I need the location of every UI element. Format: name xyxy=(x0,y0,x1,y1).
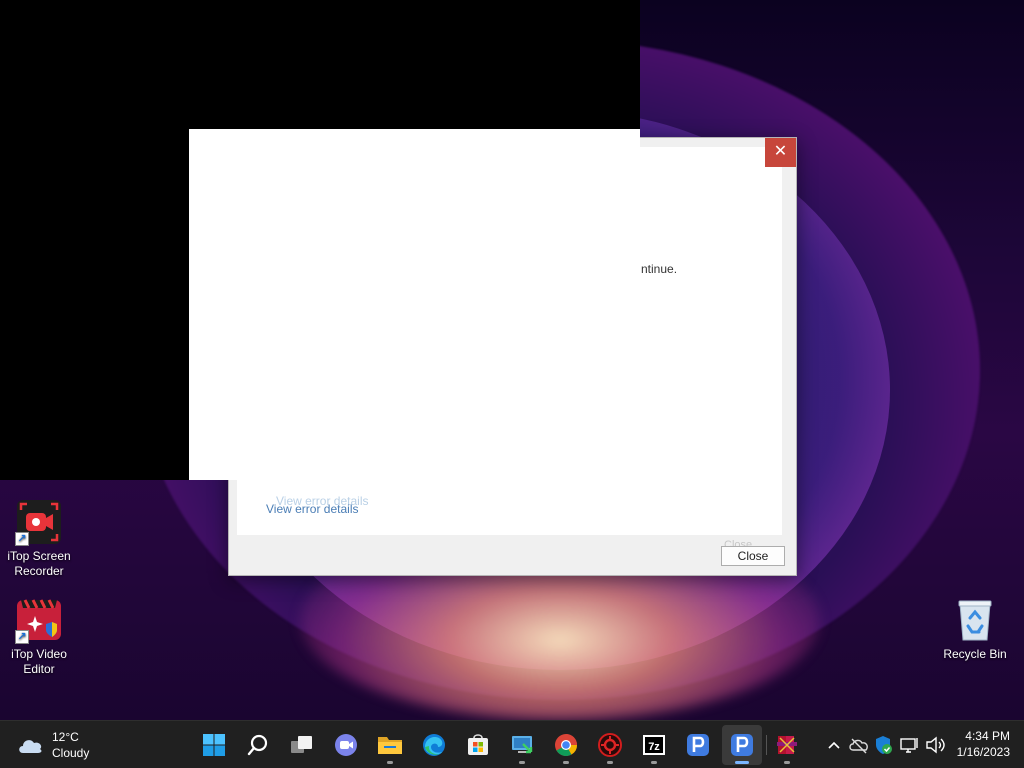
onedrive-icon[interactable] xyxy=(848,735,870,755)
desktop-icon-recycle-bin[interactable]: Recycle Bin xyxy=(937,596,1013,662)
teams-chat-icon xyxy=(335,734,357,756)
running-indicator xyxy=(519,761,525,764)
search-icon xyxy=(247,734,268,756)
7zip-button[interactable]: 7z xyxy=(634,725,674,765)
winrar-icon xyxy=(777,736,797,754)
winrar-button[interactable] xyxy=(767,725,807,765)
task-view-icon xyxy=(291,736,312,753)
clock-time: 4:34 PM xyxy=(965,729,1010,743)
weather-condition: Cloudy xyxy=(52,746,90,760)
file-explorer-icon xyxy=(378,737,402,754)
p-app-icon-active xyxy=(731,734,753,756)
p-app-icon xyxy=(687,734,709,756)
microsoft-store-button[interactable] xyxy=(458,725,498,765)
network-icon[interactable] xyxy=(898,735,920,755)
weather-widget[interactable]: 12°C Cloudy xyxy=(16,729,89,761)
recycle-bin-icon xyxy=(951,596,999,644)
blank-render-region xyxy=(189,129,640,480)
desktop-icon-label: Recycle Bin xyxy=(943,647,1007,661)
active-indicator xyxy=(735,761,749,764)
taskbar-clock[interactable]: 4:34 PM 1/16/2023 xyxy=(957,728,1010,760)
red-app-button[interactable] xyxy=(590,725,630,765)
7zip-icon: 7z xyxy=(643,735,665,755)
search-button[interactable] xyxy=(238,725,278,765)
svg-text:7z: 7z xyxy=(648,741,660,753)
teams-chat-button[interactable] xyxy=(326,725,366,765)
desktop-icon-itop-screen-recorder[interactable]: ↗ iTop Screen Recorder xyxy=(1,498,77,579)
defender-icon[interactable] xyxy=(872,734,894,756)
start-button[interactable] xyxy=(194,725,234,765)
start-icon xyxy=(203,734,225,756)
desktop-icon-itop-video-editor[interactable]: ↗ iTop Video Editor xyxy=(1,596,77,677)
system-tray xyxy=(824,721,946,768)
chevron-up-icon[interactable] xyxy=(824,735,844,755)
cloud-icon xyxy=(16,735,44,755)
task-view-button[interactable] xyxy=(282,725,322,765)
app-red-icon xyxy=(598,733,622,757)
view-error-details-link[interactable]: View error details xyxy=(266,502,358,516)
shortcut-arrow-icon: ↗ xyxy=(15,630,29,644)
p-app-button[interactable] xyxy=(678,725,718,765)
chrome-button[interactable] xyxy=(546,725,586,765)
shortcut-arrow-icon: ↗ xyxy=(15,532,29,546)
p-app-active-button[interactable] xyxy=(722,725,762,765)
itop-video-editor-icon: ↗ xyxy=(15,596,63,644)
file-explorer-button[interactable] xyxy=(370,725,410,765)
clock-date: 1/16/2023 xyxy=(956,745,1010,759)
running-indicator xyxy=(387,761,393,764)
dialog-message: ntinue. xyxy=(641,262,678,276)
remote-desktop-button[interactable] xyxy=(502,725,542,765)
running-indicator xyxy=(563,761,569,764)
chrome-icon xyxy=(555,734,577,756)
microsoft-store-icon xyxy=(468,734,488,755)
edge-button[interactable] xyxy=(414,725,454,765)
itop-screen-recorder-icon: ↗ xyxy=(15,498,63,546)
volume-icon[interactable] xyxy=(924,735,946,755)
weather-temperature: 12°C xyxy=(52,730,79,744)
remote-desktop-icon xyxy=(512,736,533,754)
edge-icon xyxy=(423,734,445,756)
running-indicator xyxy=(784,761,790,764)
desktop-icon-label: iTop Video Editor xyxy=(11,647,67,676)
taskbar: 12°C Cloudy 7z 4:34 PM 1/16/2023 xyxy=(0,720,1024,768)
desktop-icon-label: iTop Screen Recorder xyxy=(7,549,71,578)
close-icon[interactable]: ✕ xyxy=(765,138,796,167)
running-indicator xyxy=(607,761,613,764)
running-indicator xyxy=(651,761,657,764)
close-button[interactable]: Close xyxy=(721,546,785,566)
